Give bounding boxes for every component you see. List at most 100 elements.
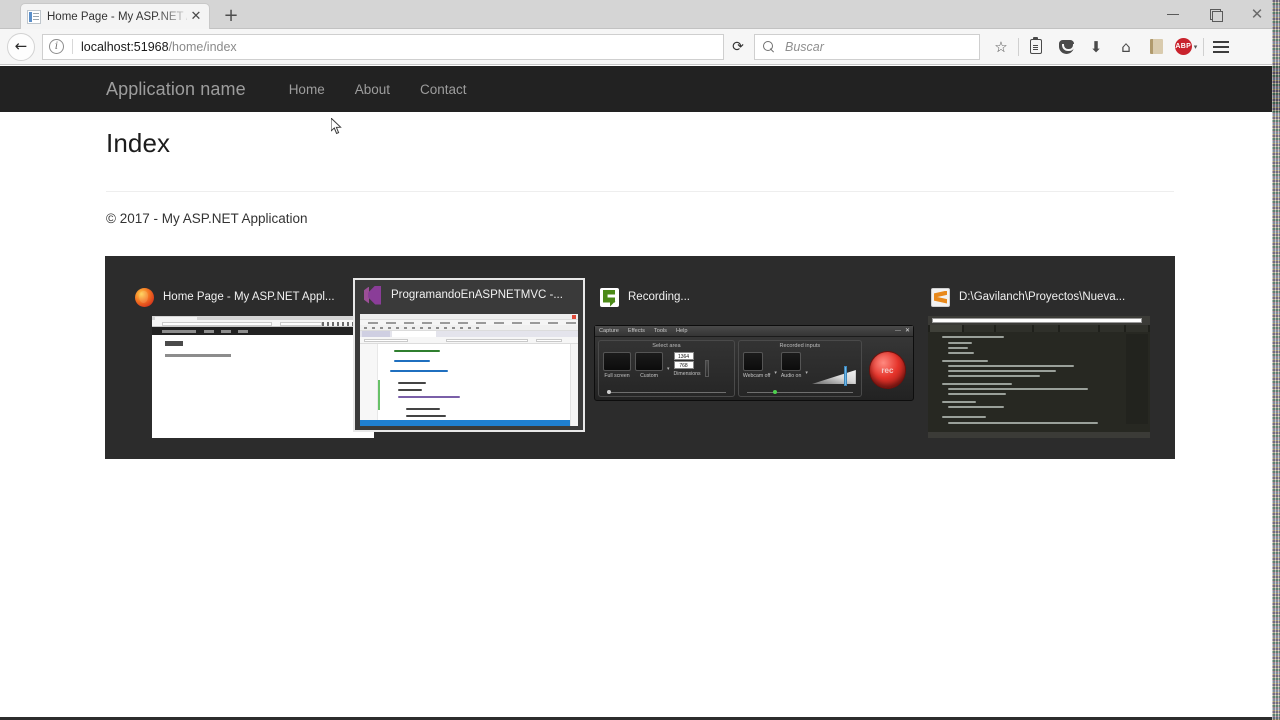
menu-capture[interactable]: Capture — [599, 328, 619, 334]
reload-icon[interactable]: ⟳ — [724, 34, 752, 60]
nav-item-contact[interactable]: Contact — [405, 82, 482, 97]
audio-volume-slider[interactable] — [746, 390, 853, 394]
thumbnail-preview-firefox[interactable] — [152, 316, 374, 438]
record-button[interactable]: rec — [868, 351, 906, 389]
camtasia-window-controls: — ✕ — [895, 327, 910, 335]
url-path: /home/index — [168, 39, 237, 54]
sublime-text-icon — [931, 287, 950, 307]
camtasia-menubar: Capture Effects Tools Help — [599, 328, 687, 334]
thumbnail-label: Home Page - My ASP.NET Appl... — [163, 291, 335, 303]
browser-tab[interactable]: Home Page - My ASP.NET A ✕ — [20, 3, 210, 29]
dimensions-label: Dimensions — [673, 371, 701, 377]
thumbnail-header: Home Page - My ASP.NET Appl... — [129, 282, 359, 312]
page-title: Index — [106, 128, 171, 158]
close-icon[interactable]: ✕ — [189, 10, 203, 24]
camtasia-body: Select area Full screen Custom ▾ 1364 76… — [595, 337, 913, 400]
site-navbar: Application name Home About Contact — [0, 66, 1280, 112]
screen-edge-artifact — [1272, 0, 1280, 720]
thumbnail-label: ProgramandoEnASPNETMVC -... — [391, 289, 563, 301]
new-tab-button[interactable]: + — [220, 5, 242, 27]
page-body: Index © 2017 - My ASP.NET Application — [0, 128, 1280, 226]
dimension-width-input[interactable]: 1364 — [673, 352, 694, 360]
menu-help[interactable]: Help — [676, 328, 688, 334]
thumbnail-label: Recording... — [628, 291, 691, 303]
thumbnail-label: D:\Gavilanch\Proyectos\Nueva... — [959, 291, 1126, 303]
recorded-inputs-group: Recorded inputs Webcam off ▾ Audio on ▾ — [737, 340, 862, 397]
camtasia-titlebar: Capture Effects Tools Help — ✕ — [595, 326, 913, 337]
home-icon[interactable]: ⌂ — [1111, 32, 1141, 62]
back-button[interactable]: ← — [7, 32, 35, 61]
thumbnail-preview-visual-studio[interactable] — [360, 314, 578, 426]
camtasia-recorder-window[interactable]: Capture Effects Tools Help — ✕ Select ar… — [594, 325, 914, 401]
firefox-icon — [135, 287, 154, 307]
taskbar-peek-panel: Home Page - My ASP.NET Appl... Programan… — [105, 256, 1175, 459]
nav-item-home[interactable]: Home — [274, 82, 340, 97]
slider-knob[interactable] — [772, 390, 777, 394]
close-icon[interactable]: ✕ — [905, 327, 910, 335]
browser-toolbar: ← i localhost:51968/home/index ⟳ Buscar … — [0, 29, 1280, 65]
tab-strip: Home Page - My ASP.NET A ✕ + ✕ — [0, 0, 1280, 29]
search-placeholder: Buscar — [785, 39, 824, 54]
menu-tools[interactable]: Tools — [654, 328, 667, 334]
visual-studio-icon — [363, 286, 382, 305]
select-area-group: Select area Full screen Custom ▾ 1364 76… — [598, 340, 735, 397]
navbar-brand[interactable]: Application name — [106, 79, 246, 100]
menu-hamburger-icon[interactable] — [1206, 32, 1236, 62]
minimize-icon[interactable]: — — [895, 327, 901, 335]
adblock-plus-icon[interactable]: ABP ▾ — [1171, 32, 1201, 62]
custom-label: Custom — [640, 373, 658, 379]
horizontal-divider — [106, 191, 1174, 192]
chevron-down-icon[interactable]: ▾ — [805, 370, 808, 376]
thumbnail-header: ProgramandoEnASPNETMVC -... — [355, 280, 583, 310]
footer-copyright: © 2017 - My ASP.NET Application — [106, 211, 308, 226]
chevron-down-icon[interactable]: ▾ — [667, 366, 670, 372]
audio-toggle-button[interactable]: Audio on — [780, 352, 802, 379]
menu-effects[interactable]: Effects — [628, 328, 645, 334]
url-divider — [72, 39, 73, 54]
thumbnail-firefox[interactable]: Home Page - My ASP.NET Appl... — [129, 282, 374, 438]
adblock-badge-label: ABP — [1174, 38, 1192, 55]
minimize-icon[interactable] — [1152, 0, 1194, 28]
firefox-browser-window: Home Page - My ASP.NET A ✕ + ✕ ← i local… — [0, 0, 1280, 720]
thumbnail-sublime-text[interactable]: D:\Gavilanch\Proyectos\Nueva... — [925, 282, 1155, 438]
nav-item-about[interactable]: About — [340, 82, 405, 97]
bookmark-star-icon[interactable]: ☆ — [986, 32, 1016, 62]
chevron-down-icon[interactable]: ▾ — [774, 370, 777, 376]
dimension-spinner[interactable] — [704, 359, 709, 377]
search-bar[interactable]: Buscar — [754, 33, 980, 60]
thumbnail-visual-studio[interactable]: ProgramandoEnASPNETMVC -... — [353, 278, 585, 432]
url-text: localhost:51968/home/index — [81, 40, 237, 54]
webcam-label: Webcam off — [742, 373, 771, 379]
restore-icon[interactable] — [1194, 0, 1236, 28]
address-bar[interactable]: i localhost:51968/home/index — [42, 33, 724, 60]
custom-area-button[interactable]: Custom — [635, 352, 663, 379]
tab-title: Home Page - My ASP.NET A — [47, 10, 187, 23]
dimensions-control[interactable]: 1364 768 Dimensions — [673, 352, 701, 377]
camtasia-icon — [600, 287, 619, 307]
audio-level-meter[interactable] — [811, 365, 857, 387]
full-screen-button[interactable]: Full screen — [603, 352, 631, 379]
window-controls: ✕ — [1152, 0, 1278, 28]
slider-knob[interactable] — [607, 390, 611, 394]
dimension-height-input[interactable]: 768 — [673, 361, 694, 369]
page-favicon — [27, 9, 41, 24]
library-icon[interactable] — [1141, 32, 1171, 62]
search-icon — [763, 40, 777, 53]
thumbnail-header: D:\Gavilanch\Proyectos\Nueva... — [925, 282, 1155, 312]
toolbar-divider — [1203, 37, 1204, 56]
thumbnail-preview-sublime[interactable] — [928, 316, 1150, 438]
select-area-slider[interactable] — [607, 390, 726, 394]
downloads-icon[interactable]: ⬇ — [1081, 32, 1111, 62]
pocket-icon[interactable] — [1051, 32, 1081, 62]
site-identity-icon[interactable]: i — [49, 39, 64, 54]
chevron-down-icon: ▾ — [1193, 42, 1198, 51]
webcam-toggle-button[interactable]: Webcam off — [742, 352, 771, 379]
toolbar-divider — [1018, 37, 1019, 56]
reader-clipboard-icon[interactable] — [1021, 32, 1051, 62]
thumbnail-header: Recording... — [594, 282, 924, 312]
thumbnail-camtasia[interactable]: Recording... — [594, 282, 924, 312]
navbar-links: Home About Contact — [274, 82, 482, 97]
select-area-title: Select area — [652, 343, 681, 349]
recorded-inputs-title: Recorded inputs — [779, 343, 821, 349]
audio-label: Audio on — [780, 373, 802, 379]
